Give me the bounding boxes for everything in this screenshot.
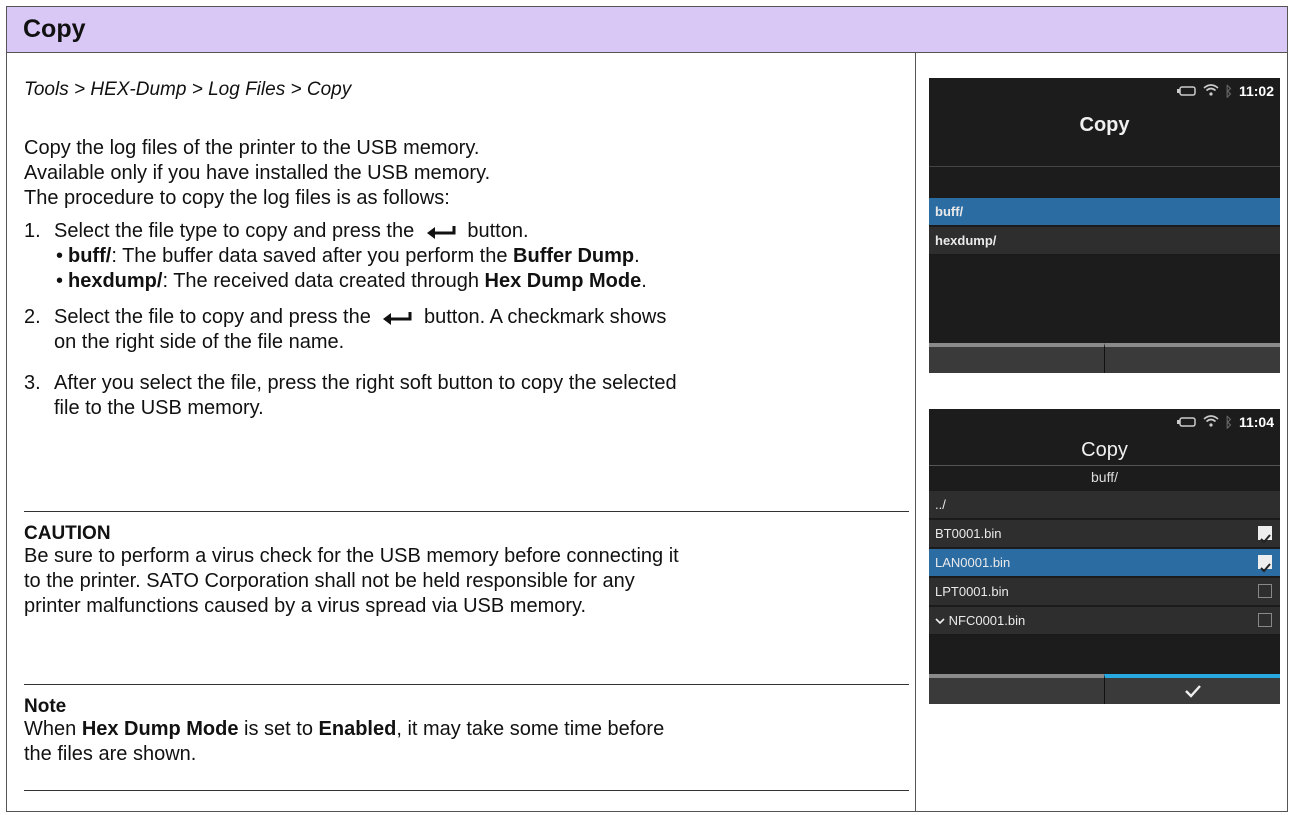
checkbox-checked-icon[interactable]	[1258, 526, 1272, 544]
list-item-lan0001[interactable]: LAN0001.bin	[929, 549, 1280, 577]
step-1: 1. Select the file type to copy and pres…	[24, 219, 909, 305]
caution-top-rule	[24, 511, 909, 512]
page-title: Copy	[23, 15, 86, 43]
caution-text: Be sure to perform a virus check for the…	[24, 544, 914, 619]
clock: 11:02	[1238, 83, 1274, 99]
list-item-label: hexdump/	[935, 233, 997, 248]
intro-text: Copy the log files of the printer to the…	[24, 136, 490, 211]
bullet-dot: •	[56, 270, 64, 292]
procedure-steps: 1. Select the file type to copy and pres…	[24, 219, 909, 421]
right-soft-button[interactable]	[1104, 343, 1280, 373]
screen-title: Copy	[1081, 439, 1128, 461]
printer-screen-file-select: ᛒ 11:04 Copy buff/ ../ BT0001.bin LAN000…	[929, 409, 1280, 704]
bullet-term: Buffer Dump	[513, 245, 635, 267]
bullet-hexdump: • hexdump/: The received data created th…	[54, 269, 909, 294]
step-text: on the right side of the file name.	[54, 331, 345, 353]
wifi-icon	[1203, 83, 1219, 99]
clock: 11:04	[1238, 414, 1274, 430]
step-number: 1.	[24, 220, 41, 242]
bullet-buff: • buff/: The buffer data saved after you…	[54, 244, 909, 269]
screen-divider	[929, 166, 1280, 167]
caution-line: to the printer. SATO Corporation shall n…	[24, 570, 635, 592]
step-text: Select the file to copy and press the	[54, 306, 371, 328]
right-soft-button-copy[interactable]	[1104, 674, 1280, 704]
enter-icon	[426, 225, 456, 239]
column-divider	[915, 53, 916, 811]
list-item-label: NFC0001.bin	[948, 613, 1026, 628]
intro-line: Available only if you have installed the…	[24, 162, 491, 184]
note-line: the files are shown.	[24, 743, 197, 765]
caution-heading: CAUTION	[24, 523, 111, 544]
note-line: When Hex Dump Mode is set to Enabled, it…	[24, 717, 914, 742]
note-text: When Hex Dump Mode is set to Enabled, it…	[24, 717, 914, 767]
confirm-check-icon	[1184, 684, 1202, 703]
status-bar: ᛒ 11:04	[1176, 414, 1274, 430]
list-item-nfc0001[interactable]: NFC0001.bin	[929, 607, 1280, 635]
note-term: Enabled	[318, 718, 397, 740]
note-top-rule	[24, 684, 909, 685]
intro-line: Copy the log files of the printer to the…	[24, 137, 480, 159]
list-item-parent[interactable]: ../	[929, 491, 1280, 519]
soft-key-bar	[929, 674, 1280, 704]
bullet-end: .	[641, 270, 647, 292]
list-item-label: LPT0001.bin	[935, 584, 1009, 599]
step-text: button.	[467, 220, 529, 242]
list-item-label: buff/	[935, 204, 964, 219]
left-soft-button[interactable]	[929, 674, 1104, 704]
scroll-down-chevron-icon	[935, 613, 945, 628]
breadcrumb: Tools > HEX-Dump > Log Files > Copy	[24, 79, 352, 100]
note-fragment: is set to	[238, 718, 319, 740]
step-text: Select the file type to copy and press t…	[54, 220, 415, 242]
screen-title: Copy	[1079, 114, 1130, 136]
list-item-bt0001[interactable]: BT0001.bin	[929, 520, 1280, 548]
list-item-buff[interactable]: buff/	[929, 198, 1280, 226]
step-2: 2. Select the file to copy and press the…	[24, 305, 909, 371]
page-frame: Copy Tools > HEX-Dump > Log Files > Copy…	[6, 6, 1288, 812]
note-heading: Note	[24, 696, 67, 717]
battery-icon	[1176, 83, 1197, 99]
bullet-term: buff/	[68, 245, 112, 267]
checkbox-empty-icon[interactable]	[1258, 613, 1272, 627]
bullet-term: hexdump/	[68, 270, 163, 292]
list-item-lpt0001[interactable]: LPT0001.bin	[929, 578, 1280, 606]
step-text: button. A checkmark shows	[423, 306, 667, 328]
enter-icon	[382, 311, 412, 325]
checkbox-checked-icon[interactable]	[1258, 555, 1272, 573]
left-soft-button[interactable]	[929, 343, 1104, 373]
wifi-icon	[1203, 414, 1219, 430]
screen-divider	[929, 465, 1280, 466]
note-term: Hex Dump Mode	[81, 718, 239, 740]
caution-line: Be sure to perform a virus check for the…	[24, 545, 679, 567]
note-fragment: When	[24, 718, 82, 740]
step-number: 3.	[24, 372, 41, 394]
bullet-term: Hex Dump Mode	[484, 270, 642, 292]
printer-screen-file-type: ᛒ 11:02 Copy buff/ hexdump/	[929, 78, 1280, 373]
bullet-dot: •	[56, 245, 64, 267]
step-number: 2.	[24, 306, 41, 328]
intro-line: The procedure to copy the log files is a…	[24, 187, 450, 209]
step-text: After you select the file, press the rig…	[54, 372, 677, 394]
soft-key-bar	[929, 343, 1280, 373]
list-item-label: LAN0001.bin	[935, 555, 1011, 570]
bluetooth-icon: ᛒ	[1224, 83, 1233, 99]
caution-line: printer malfunctions caused by a virus s…	[24, 595, 587, 617]
bullet-text: : The received data created through	[162, 270, 485, 292]
checkbox-empty-icon[interactable]	[1258, 584, 1272, 598]
bullet-end: .	[634, 245, 640, 267]
step-3: 3. After you select the file, press the …	[24, 371, 909, 421]
list-item-hexdump[interactable]: hexdump/	[929, 227, 1280, 255]
battery-icon	[1176, 414, 1197, 430]
step-text: file to the USB memory.	[54, 397, 264, 419]
list-item-label: ../	[935, 497, 946, 512]
title-bar: Copy	[7, 7, 1287, 53]
bullet-text: : The buffer data saved after you perfor…	[111, 245, 514, 267]
note-bottom-rule	[24, 790, 909, 791]
list-item-label: BT0001.bin	[935, 526, 1002, 541]
note-fragment: , it may take some time before	[396, 718, 665, 740]
status-bar: ᛒ 11:02	[1176, 83, 1274, 99]
screen-subtitle: buff/	[1091, 469, 1118, 485]
bluetooth-icon: ᛒ	[1224, 414, 1233, 430]
